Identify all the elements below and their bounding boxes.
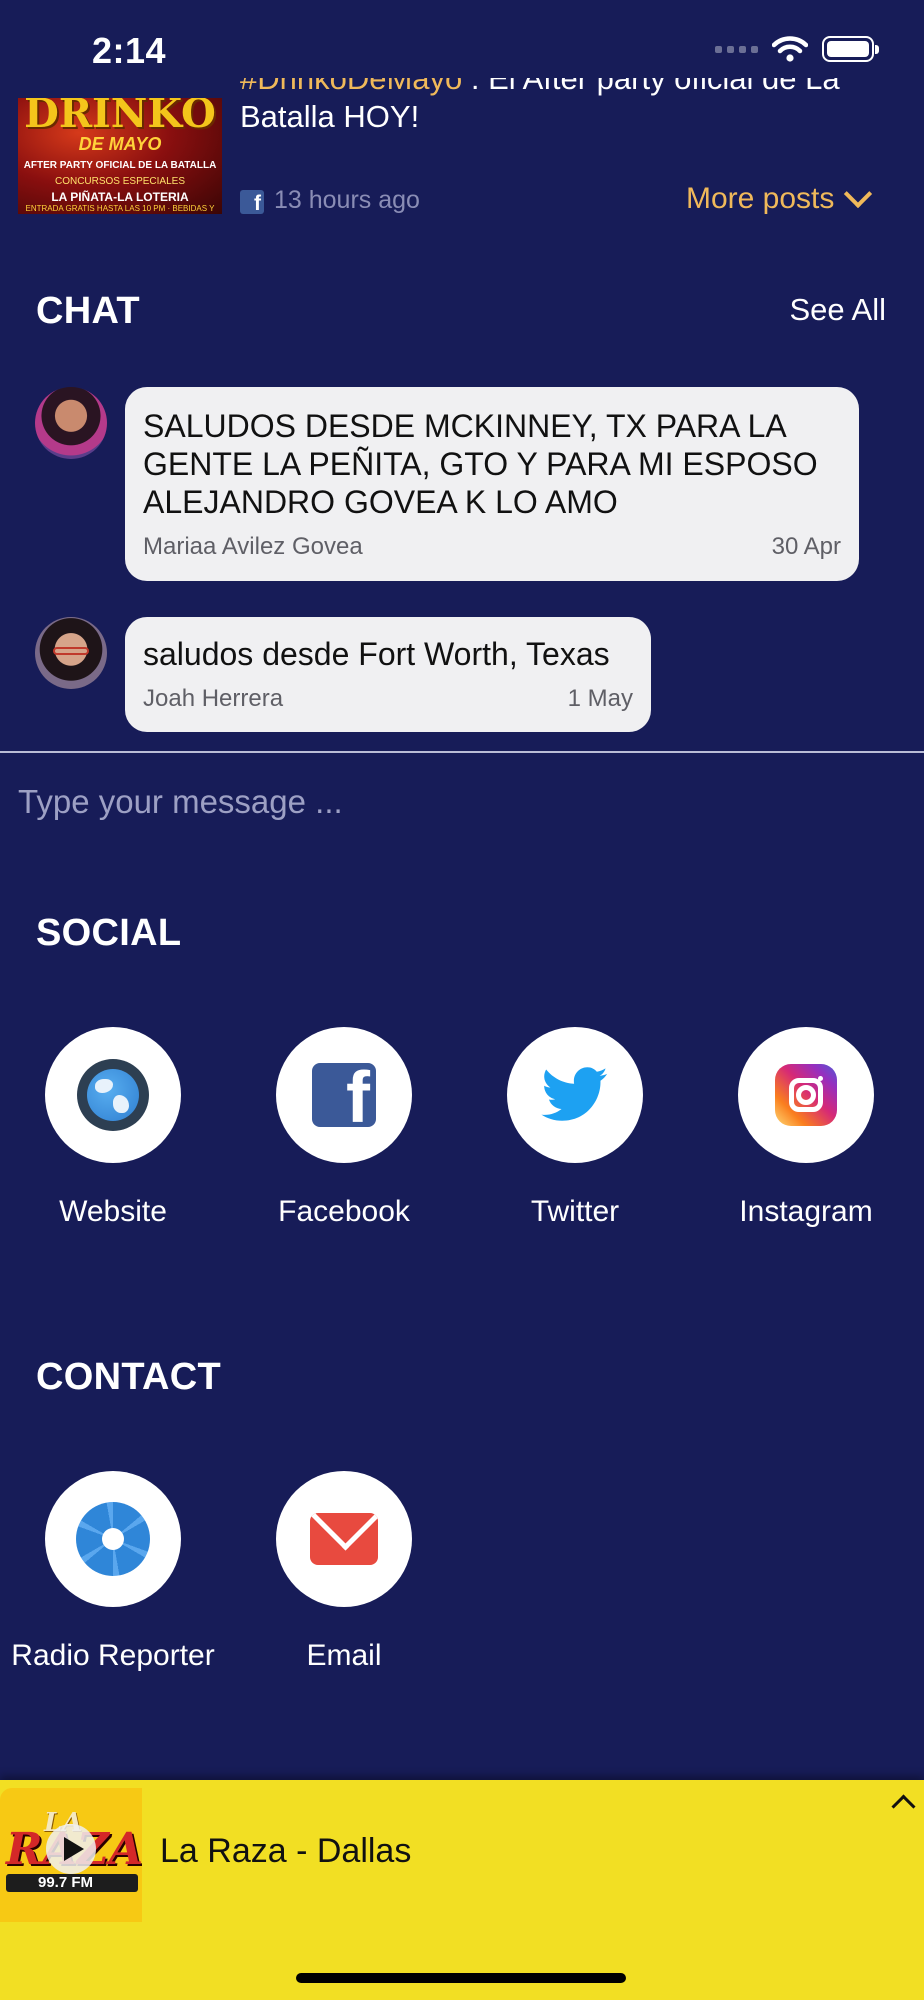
facebook-icon: f	[312, 1063, 376, 1127]
thumbnail-line: CONCURSOS ESPECIALES	[54, 176, 186, 187]
post-timestamp: 13 hours ago	[274, 186, 420, 214]
avatar[interactable]	[35, 617, 107, 689]
more-posts-button[interactable]: More posts	[686, 179, 873, 216]
post-hashtag[interactable]: #DrinkoDeMayo	[240, 78, 462, 96]
post-text[interactable]: #DrinkoDeMayo : El After party oficial d…	[240, 78, 880, 156]
divider	[0, 751, 924, 753]
social-section-title: SOCIAL	[36, 912, 182, 954]
contact-radio-reporter-button[interactable]: Radio Reporter	[3, 1471, 223, 1673]
thumbnail-line: LA PIÑATA-LA LOTERIA	[51, 190, 189, 204]
envelope-icon	[310, 1513, 378, 1565]
chat-message-author: Joah Herrera	[143, 685, 284, 712]
more-posts-label: More posts	[686, 182, 835, 215]
see-all-button[interactable]: See All	[789, 292, 886, 328]
play-icon	[63, 1837, 84, 1861]
social-label: Website	[59, 1195, 167, 1228]
chat-message[interactable]: saludos desde Fort Worth, Texas Joah Her…	[125, 617, 651, 732]
avatar[interactable]	[35, 387, 107, 459]
post-thumbnail[interactable]: DRINKO DE MAYO AFTER PARTY OFICIAL DE LA…	[18, 98, 222, 214]
status-time: 2:14	[92, 30, 167, 71]
email-circle	[276, 1471, 412, 1607]
social-facebook-button[interactable]: f Facebook	[234, 1027, 454, 1229]
website-circle	[45, 1027, 181, 1163]
chevron-down-icon	[844, 179, 873, 209]
battery-icon	[822, 36, 879, 62]
instagram-icon	[775, 1064, 837, 1126]
chat-message[interactable]: SALUDOS DESDE MCKINNEY, TX PARA LA GENTE…	[125, 387, 859, 581]
chat-message-date: 1 May	[567, 685, 633, 712]
globe-icon	[77, 1059, 149, 1131]
contact-label: Radio Reporter	[11, 1639, 215, 1672]
chat-message-text: SALUDOS DESDE MCKINNEY, TX PARA LA GENTE…	[143, 408, 818, 520]
thumbnail-title: DRINKO	[24, 98, 216, 137]
chat-section-title: CHAT	[36, 290, 140, 332]
social-twitter-button[interactable]: Twitter	[465, 1027, 685, 1229]
home-indicator[interactable]	[296, 1973, 626, 1983]
twitter-circle	[507, 1027, 643, 1163]
chat-message-author: Mariaa Avilez Govea	[143, 533, 363, 560]
instagram-circle	[738, 1027, 874, 1163]
facebook-source-icon: f	[240, 190, 264, 214]
mini-player[interactable]: LA RAZA 99.7 FM La Raza - Dallas	[0, 1780, 924, 2000]
facebook-circle: f	[276, 1027, 412, 1163]
chevron-up-icon[interactable]	[891, 1794, 916, 1819]
thumbnail-line: ENTRADA GRATIS HASTA LAS 10 PM · BEBIDAS…	[25, 204, 215, 214]
chat-message-text: saludos desde Fort Worth, Texas	[143, 636, 610, 672]
play-button[interactable]	[46, 1824, 96, 1874]
contact-label: Email	[306, 1639, 382, 1672]
social-website-button[interactable]: Website	[3, 1027, 223, 1229]
social-label: Instagram	[739, 1195, 873, 1228]
radio-reporter-circle	[45, 1471, 181, 1607]
contact-section-title: CONTACT	[36, 1356, 222, 1398]
status-icons	[715, 34, 879, 64]
logo-frequency: 99.7 FM	[38, 1874, 94, 1891]
social-label: Twitter	[530, 1195, 620, 1228]
chat-message-input[interactable]	[18, 780, 898, 824]
aperture-mic-icon	[76, 1502, 150, 1576]
thumbnail-subtitle: DE MAYO	[78, 134, 162, 154]
wifi-icon	[772, 36, 808, 62]
contact-email-button[interactable]: Email	[234, 1471, 454, 1673]
social-label: Facebook	[278, 1195, 410, 1228]
cellular-signal-icon	[715, 45, 758, 53]
thumbnail-caption: AFTER PARTY OFICIAL DE LA BATALLA	[23, 160, 217, 171]
station-name: La Raza - Dallas	[160, 1832, 412, 1870]
twitter-icon	[541, 1067, 608, 1121]
social-instagram-button[interactable]: Instagram	[696, 1027, 916, 1229]
station-artwork: LA RAZA 99.7 FM	[0, 1788, 142, 1922]
chat-message-date: 30 Apr	[771, 533, 841, 560]
